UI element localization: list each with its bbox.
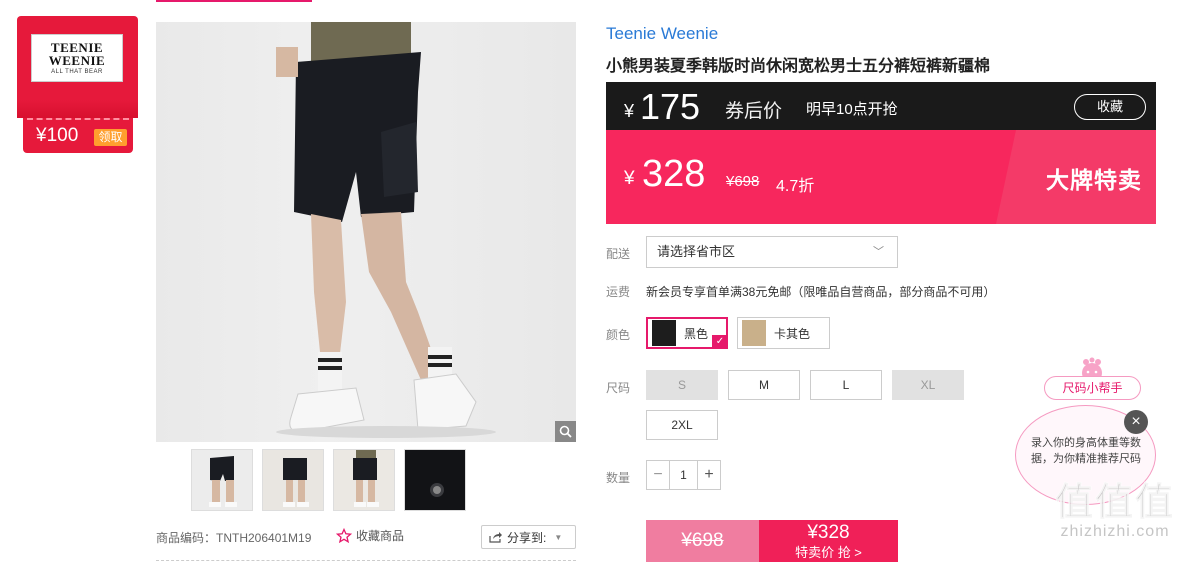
coupon-price-value: 175	[640, 86, 701, 127]
size-helper-button[interactable]: 尺码小帮手	[1044, 376, 1141, 400]
favorite-button[interactable]: 收藏商品	[336, 527, 404, 544]
divider	[156, 560, 576, 561]
color-option-black[interactable]: 黑色 ✓	[646, 317, 728, 349]
sale-price-banner: ¥ 328 ¥698 4.7折 大牌特卖	[606, 130, 1156, 224]
close-icon[interactable]: ×	[1124, 410, 1148, 434]
region-select[interactable]: 请选择省市区 ﹀	[646, 236, 898, 268]
star-icon	[336, 527, 352, 543]
product-sku: 商品编码：TNTH206401M19	[156, 531, 312, 545]
original-price: ¥698	[726, 173, 760, 190]
check-icon: ✓	[712, 335, 728, 349]
thumbnail-1[interactable]	[191, 449, 253, 511]
discount-rate: 4.7折	[776, 178, 815, 195]
coupon-price-label: 券后价	[725, 101, 783, 122]
region-select-value: 请选择省市区	[657, 244, 736, 259]
quantity-label: 数量	[606, 471, 631, 485]
watermark: 值值值 zhizhizhi.com	[1040, 483, 1190, 541]
store-coupon[interactable]: ¥100 领取	[23, 118, 133, 153]
product-title: 小熊男装夏季韩版时尚休闲宽松男士五分裤短裤新疆棉	[606, 58, 991, 75]
quantity-input[interactable]: 1	[669, 461, 698, 489]
active-tab-indicator	[156, 0, 312, 2]
main-product-image[interactable]	[156, 22, 576, 442]
zoom-button[interactable]	[555, 421, 576, 442]
size-option-m[interactable]: M	[728, 370, 800, 400]
freight-label: 运费	[606, 285, 631, 299]
thumbnail-2[interactable]	[262, 449, 324, 511]
coupon-amount: ¥100	[36, 125, 79, 146]
size-option-l[interactable]: L	[810, 370, 882, 400]
quantity-stepper: − 1 +	[646, 460, 721, 490]
buy-now-button[interactable]: ¥328 特卖价 抢 >	[759, 520, 898, 562]
size-option-xl: XL	[892, 370, 964, 400]
product-meta-row: 商品编码：TNTH206401M19 收藏商品 分享到: ▼	[156, 525, 576, 549]
brand-badge-bottom	[17, 100, 138, 118]
thumbnail-3[interactable]	[333, 449, 395, 511]
favorite-label: 收藏商品	[356, 529, 405, 543]
quantity-increase-button[interactable]: +	[698, 461, 720, 489]
coupon-price-currency: ¥	[624, 101, 635, 121]
brand-logo-line3: ALL THAT BEAR	[51, 69, 103, 75]
black-swatch	[652, 320, 676, 346]
color-label: 颜色	[606, 328, 631, 342]
sale-price-value: 328	[642, 153, 706, 195]
sale-price-currency: ¥	[624, 168, 635, 189]
share-icon	[489, 532, 502, 543]
quantity-decrease-button[interactable]: −	[647, 461, 669, 489]
color-option-label: 黑色	[684, 326, 709, 341]
chevron-down-icon: ▼	[554, 532, 563, 542]
brand-logo-line2: WEENIE	[48, 53, 106, 68]
coupon-price-banner: ¥ 175 券后价 明早10点开抢 收藏	[606, 82, 1156, 130]
shipping-label: 配送	[606, 247, 631, 261]
brand-logo: TEENIE WEENIE ALL THAT BEAR	[31, 34, 123, 82]
thumbnail-strip	[191, 449, 466, 511]
buy-price: ¥328	[807, 522, 850, 543]
original-price-button[interactable]: ¥698	[646, 520, 759, 562]
color-option-khaki[interactable]: 卡其色	[737, 317, 830, 349]
magnifier-icon	[559, 425, 572, 438]
size-option-2xl[interactable]: 2XL	[646, 410, 718, 440]
sale-start-time: 明早10点开抢	[806, 101, 898, 118]
share-dropdown[interactable]: 分享到: ▼	[481, 525, 576, 549]
share-label: 分享到:	[507, 530, 547, 545]
watermark-domain: zhizhizhi.com	[1060, 523, 1170, 540]
size-option-s: S	[646, 370, 718, 400]
size-label: 尺码	[606, 381, 631, 395]
freight-info: 新会员专享首单满38元免邮（限唯品自营商品，部分商品不可用）	[646, 285, 996, 299]
collect-button[interactable]: 收藏	[1074, 94, 1146, 120]
watermark-logo: 值值值	[1054, 482, 1175, 524]
size-helper-text: 录入你的身高体重等数据，为你精准推荐尺码	[1031, 437, 1141, 465]
buy-cta-label: 特卖价 抢 >	[795, 545, 862, 560]
claim-coupon-button[interactable]: 领取	[94, 129, 127, 146]
chevron-down-icon: ﹀	[873, 246, 884, 258]
buy-original-price: ¥698	[681, 530, 724, 551]
big-brand-sale-tag: 大牌特卖	[1046, 167, 1142, 193]
khaki-swatch	[742, 320, 766, 346]
color-option-label: 卡其色	[774, 326, 811, 341]
thumbnail-4[interactable]	[404, 449, 466, 511]
coupon-inner: ¥100 领取	[27, 118, 129, 150]
product-photo	[276, 22, 496, 438]
brand-link[interactable]: Teenie Weenie	[606, 24, 718, 44]
